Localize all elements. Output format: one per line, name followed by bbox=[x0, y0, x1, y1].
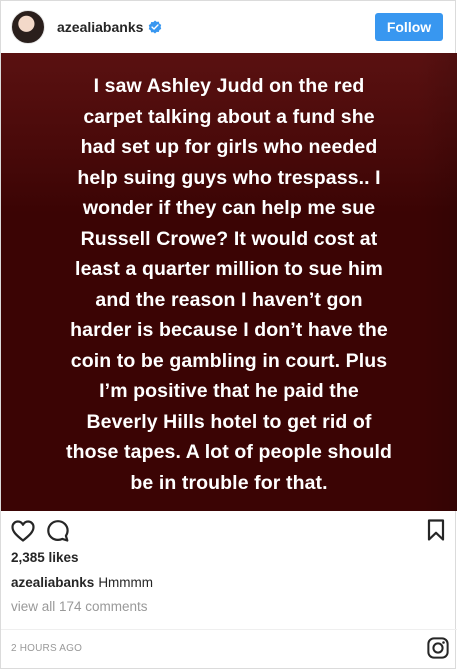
bookmark-icon[interactable] bbox=[427, 519, 445, 541]
instagram-icon[interactable] bbox=[427, 637, 449, 659]
post-text: I saw Ashley Judd on the red carpet talk… bbox=[66, 75, 392, 494]
instagram-post-card: azealiabanks Follow I saw Ashley Judd on… bbox=[0, 0, 457, 669]
avatar[interactable] bbox=[11, 10, 45, 44]
caption-text: Hmmmm bbox=[98, 575, 154, 590]
post-timestamp: 2 HOURS AGO bbox=[11, 643, 83, 654]
likes-count[interactable]: 2,385 likes bbox=[11, 550, 79, 565]
view-comments-link[interactable]: view all 174 comments bbox=[11, 599, 148, 614]
caption: azealiabanks Hmmmm bbox=[11, 575, 153, 590]
verified-badge-icon bbox=[149, 20, 162, 34]
divider bbox=[1, 629, 457, 630]
follow-button[interactable]: Follow bbox=[375, 13, 443, 41]
heart-icon[interactable] bbox=[11, 520, 35, 542]
post-image[interactable]: I saw Ashley Judd on the red carpet talk… bbox=[1, 53, 457, 511]
username[interactable]: azealiabanks bbox=[57, 19, 143, 35]
action-bar bbox=[1, 511, 457, 547]
comment-icon[interactable] bbox=[46, 519, 70, 543]
post-header: azealiabanks Follow bbox=[1, 1, 455, 53]
caption-author[interactable]: azealiabanks bbox=[11, 575, 94, 590]
